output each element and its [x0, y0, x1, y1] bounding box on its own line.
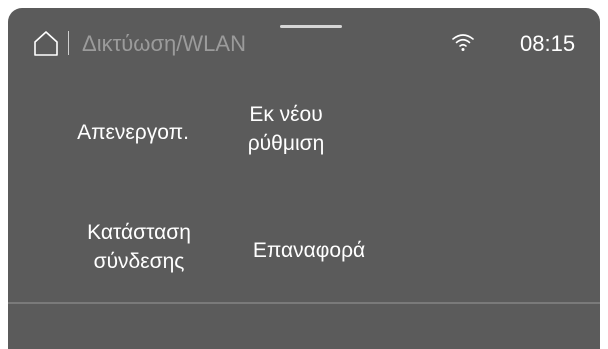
status-label-line2: σύνδεσης — [93, 250, 185, 273]
page-title: Δικτύωση/WLAN — [82, 31, 246, 56]
connection-status-button[interactable]: Κατάσταση σύνδεσης — [64, 218, 214, 276]
resetup-label-line1: Εκ νέου — [249, 103, 323, 126]
deactivate-button[interactable]: Απενεργοπ. — [48, 118, 218, 147]
deactivate-label: Απενεργοπ. — [77, 121, 189, 144]
reset-label: Επαναφορά — [252, 239, 366, 262]
resetup-label-line2: ρύθμιση — [247, 132, 325, 155]
home-icon[interactable] — [33, 30, 59, 56]
header-divider — [68, 31, 69, 55]
wifi-icon — [451, 32, 475, 52]
reset-button[interactable]: Επαναφορά — [234, 236, 384, 265]
clock: 08:15 — [520, 31, 576, 56]
display-screen: Δικτύωση/WLAN 08:15 Απενεργοπ. Εκ νέου ρ… — [8, 8, 600, 349]
pull-down-handle[interactable] — [280, 25, 342, 28]
status-label-line1: Κατάσταση — [87, 221, 191, 244]
resetup-button[interactable]: Εκ νέου ρύθμιση — [231, 100, 341, 158]
header-bar: Δικτύωση/WLAN 08:15 — [8, 8, 600, 76]
bottom-divider — [8, 302, 600, 304]
